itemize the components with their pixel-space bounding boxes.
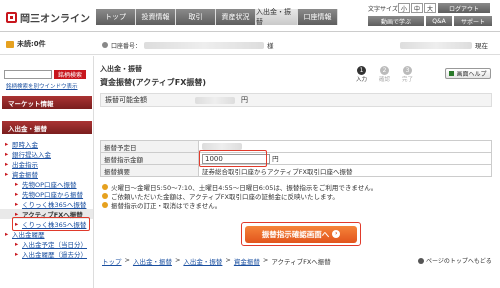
- scheduled-date-label: 振替予定日: [100, 140, 199, 153]
- timestamp: 現在: [400, 40, 488, 50]
- stock-search: 銘柄検索: [4, 70, 86, 79]
- stock-search-window-link[interactable]: 銘柄検索を別ウインドウ表示: [6, 82, 78, 90]
- logout-label: ログアウト: [448, 5, 479, 13]
- nav-tab-assets[interactable]: 資産状況: [216, 9, 256, 25]
- sidebar-item-instant-deposit[interactable]: 即時入金: [0, 139, 93, 149]
- deposit-transfer-label: 入出金・振替: [8, 124, 47, 133]
- sidebar-item-to-click365[interactable]: くりっく株365へ振替: [0, 199, 93, 209]
- support-button[interactable]: サポート: [454, 16, 492, 26]
- nav-tab-top[interactable]: トップ: [96, 9, 136, 25]
- progress-steps: 1 入力 2 確認 3 完了: [356, 66, 413, 83]
- logo-mark-icon: [6, 12, 17, 23]
- sub-bar: 未読:0件 口座番号： 様 現在: [0, 33, 500, 55]
- sidebar-item-from-futures[interactable]: 先物OP口座から振替: [0, 189, 93, 199]
- available-amount-label: 振替可能金額: [105, 96, 147, 104]
- transfer-summary-label: 振替摘要: [100, 164, 199, 177]
- breadcrumb-deposit-transfer-2[interactable]: 入出金・振替: [183, 256, 222, 266]
- available-amount-redacted: [195, 96, 235, 104]
- sidebar-item-bank-deposit[interactable]: 銀行提込入金: [0, 149, 93, 159]
- transfer-amount-unit: 円: [272, 155, 279, 163]
- main-nav: トップ 投資情報 取引 資産状況 入出金・振替 口座情報: [96, 8, 338, 26]
- font-size-small-button[interactable]: 小: [398, 3, 410, 13]
- font-size-selector: 小 中 大: [398, 3, 436, 13]
- sidebar: 銘柄検索 銘柄検索を別ウインドウ表示 マーケット情報 入出金・振替 即時入金 銀…: [0, 56, 94, 288]
- font-size-label: 文字サイズ: [368, 6, 398, 13]
- nav-tab-investment-info[interactable]: 投資情報: [136, 9, 176, 25]
- nav-tab-deposit-transfer[interactable]: 入出金・振替: [256, 8, 298, 26]
- page-top-link[interactable]: ページのトップへもどる: [418, 256, 492, 265]
- stock-search-input[interactable]: [4, 70, 52, 79]
- user-icon: [102, 42, 108, 48]
- sidebar-menu: 即時入金 銀行提込入金 出金指示 資金振替 先物OP口座へ振替 先物OP口座から…: [0, 139, 93, 259]
- highlight-confirm-button: 振替指示確認画面へ ›: [241, 222, 361, 246]
- step-complete: 3 完了: [402, 66, 414, 83]
- deposit-transfer-header[interactable]: 入出金・振替: [2, 121, 92, 134]
- section-heading: 入出金・振替: [100, 65, 142, 73]
- market-info-header[interactable]: マーケット情報: [2, 96, 92, 109]
- page-title: 資金振替(アクティブFX振替): [100, 78, 207, 87]
- highlight-active-fx: [12, 217, 90, 231]
- help-icon: [449, 71, 455, 76]
- notes: 火曜日～金曜日5:50～7:10、土曜日4:55～日曜日6:05は、振替指示をご…: [102, 182, 494, 210]
- available-amount-unit: 円: [241, 96, 248, 104]
- available-amount: 振替可能金額 円: [100, 93, 492, 107]
- logo-text: 岡三オンライン: [20, 14, 90, 25]
- table-row: 振替予定日: [100, 140, 492, 153]
- sidebar-item-fund-transfer[interactable]: 資金振替: [0, 169, 93, 179]
- nav-tab-account-info[interactable]: 口座情報: [298, 9, 338, 25]
- account-info: 口座番号： 様: [102, 40, 274, 50]
- video-learn-button[interactable]: 動画で学ぶ: [368, 16, 424, 26]
- unread-messages[interactable]: 未読:0件: [6, 39, 46, 49]
- arrow-up-icon: [418, 257, 424, 264]
- highlight-amount-input: [199, 150, 267, 167]
- sidebar-item-withdrawal[interactable]: 出金指示: [0, 159, 93, 169]
- account-number-label: 口座番号：: [111, 42, 142, 50]
- note-item: 振替指示の訂正・取消はできません。: [102, 200, 494, 210]
- logo[interactable]: 岡三オンライン: [6, 10, 90, 25]
- confirm-button[interactable]: 振替指示確認画面へ ›: [245, 225, 357, 243]
- sidebar-item-to-futures[interactable]: 先物OP口座へ振替: [0, 179, 93, 189]
- info-icon: [102, 183, 108, 190]
- account-name-suffix: 様: [267, 42, 274, 50]
- util-buttons: 動画で学ぶ Q&A サポート: [368, 16, 492, 26]
- info-icon: [102, 201, 108, 208]
- transfer-amount-label: 振替指示金額: [100, 152, 199, 165]
- step-confirm: 2 確認: [379, 66, 391, 83]
- nav-tab-trade[interactable]: 取引: [176, 9, 216, 25]
- arrow-right-icon: ›: [332, 230, 341, 238]
- main-content: 入出金・振替 資金振替(アクティブFX振替) 1 入力 2 確認 3 完了 画面…: [100, 64, 494, 288]
- unread-count: 未読:0件: [17, 40, 46, 48]
- sidebar-item-history-today[interactable]: 入出金予定（当日分）: [0, 239, 93, 249]
- breadcrumb-current: アクティブFXへ振替: [271, 258, 331, 266]
- timestamp-suffix: 現在: [475, 42, 488, 50]
- qa-button[interactable]: Q&A: [426, 16, 452, 26]
- font-size-large-button[interactable]: 大: [424, 3, 436, 13]
- breadcrumb: トップ > 入出金・振替 > 入出金・振替 > 資金振替 > アクティブFXへ振替: [102, 256, 331, 266]
- scheduled-date-redacted: [202, 143, 242, 150]
- logout-button[interactable]: ログアウト: [438, 3, 490, 13]
- market-info-label: マーケット情報: [8, 99, 54, 108]
- sidebar-item-history-past[interactable]: 入出金履歴（過去分）: [0, 249, 93, 259]
- transfer-table: 振替予定日 振替指示金額 1000 円 振替摘要 証券総合取引口座からアクティブ…: [100, 140, 492, 177]
- breadcrumb-top[interactable]: トップ: [102, 256, 122, 266]
- table-row: 振替摘要 証券総合取引口座からアクティブFX取引口座へ振替: [100, 164, 492, 177]
- font-size-medium-button[interactable]: 中: [411, 3, 423, 13]
- step-input: 1 入力: [356, 66, 368, 83]
- timestamp-redacted: [400, 41, 472, 49]
- help-button[interactable]: 画面ヘルプ: [445, 68, 491, 79]
- table-row: 振替指示金額 1000 円: [100, 152, 492, 165]
- breadcrumb-fund-transfer[interactable]: 資金振替: [234, 256, 260, 266]
- header: 岡三オンライン トップ 投資情報 取引 資産状況 入出金・振替 口座情報 文字サ…: [0, 0, 500, 32]
- account-number-redacted: [144, 41, 265, 49]
- message-icon: [6, 40, 14, 48]
- info-icon: [102, 192, 108, 199]
- breadcrumb-deposit-transfer[interactable]: 入出金・振替: [133, 256, 172, 266]
- stock-search-button[interactable]: 銘柄検索: [54, 70, 86, 79]
